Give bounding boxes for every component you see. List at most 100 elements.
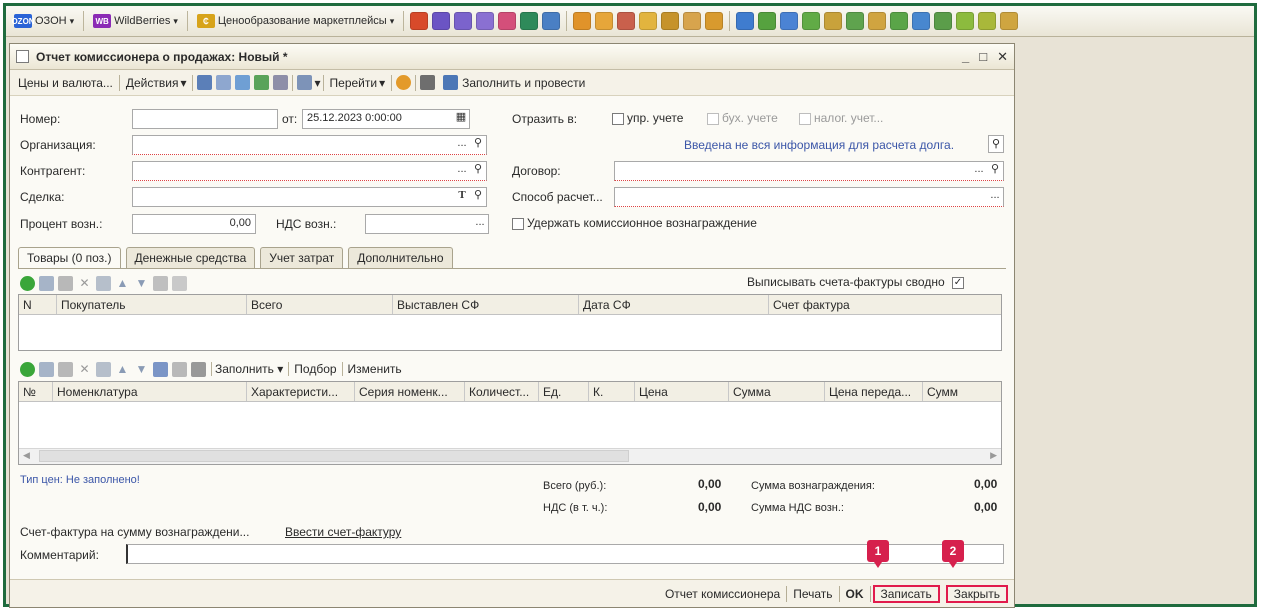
column-header[interactable]: Номенклатура xyxy=(53,382,247,401)
date-input[interactable]: 25.12.2023 0:00:00 ▦ xyxy=(302,109,470,129)
document-icon[interactable] xyxy=(736,12,755,30)
search-icon[interactable]: ⚲ xyxy=(988,135,1004,153)
ellipsis-icon[interactable]: ... xyxy=(472,215,488,233)
move-up-icon[interactable]: ▲ xyxy=(115,276,130,291)
ellipsis-icon[interactable]: ... xyxy=(454,136,470,154)
tab-cash[interactable]: Денежные средства xyxy=(125,247,256,268)
help-icon[interactable] xyxy=(396,75,412,90)
structure-icon[interactable] xyxy=(273,75,289,90)
ozon-menu[interactable]: OZON ОЗОН ▾ xyxy=(10,10,78,32)
view-icon[interactable] xyxy=(216,75,232,90)
column-header[interactable]: Серия номенк... xyxy=(355,382,465,401)
minimize-button[interactable]: _ xyxy=(962,49,969,64)
buyers-table[interactable]: N Покупатель Всего Выставлен СФ Дата СФ … xyxy=(18,294,1002,351)
document-icon[interactable] xyxy=(934,12,953,30)
end-edit-icon[interactable] xyxy=(96,361,111,377)
tag-icon[interactable] xyxy=(639,12,658,30)
end-edit-icon[interactable] xyxy=(96,275,111,291)
move-down-icon[interactable]: ▼ xyxy=(134,362,149,377)
tag-icon[interactable] xyxy=(617,12,636,30)
change-button[interactable]: Изменить xyxy=(348,362,402,376)
close-form-button[interactable]: Закрыть xyxy=(945,584,1008,603)
edit-icon[interactable] xyxy=(58,361,73,377)
report-button[interactable]: Отчет комиссионера xyxy=(659,587,786,601)
column-header[interactable]: Выставлен СФ xyxy=(393,295,579,314)
document-icon[interactable] xyxy=(1000,12,1019,30)
printer-icon[interactable] xyxy=(454,12,473,30)
refresh-icon[interactable] xyxy=(235,75,251,90)
close-button[interactable]: ✕ xyxy=(997,49,1008,65)
based-on-icon[interactable] xyxy=(297,75,313,90)
deal-input[interactable]: T ⚲ xyxy=(132,187,487,207)
fill-menu[interactable]: Заполнить ▾ xyxy=(215,362,283,376)
tax-accounting-checkbox[interactable]: налог. учет... xyxy=(799,111,883,125)
copy-icon[interactable] xyxy=(39,275,54,291)
column-header[interactable]: Цена переда... xyxy=(825,382,923,401)
number-input[interactable] xyxy=(132,109,278,129)
price-type-link[interactable]: Тип цен: Не заполнено! xyxy=(20,474,140,486)
building-icon[interactable] xyxy=(683,12,702,30)
column-header[interactable]: Характеристи... xyxy=(247,382,355,401)
ellipsis-icon[interactable]: ... xyxy=(454,162,470,180)
delete-icon[interactable]: ✕ xyxy=(77,276,92,291)
search-icon[interactable]: ⚲ xyxy=(470,162,486,180)
column-header[interactable]: Дата СФ xyxy=(579,295,769,314)
contractor-input[interactable]: ... ⚲ xyxy=(132,161,487,181)
move-up-icon[interactable]: ▲ xyxy=(115,362,130,377)
copy-icon[interactable] xyxy=(39,361,54,377)
building-icon[interactable] xyxy=(661,12,680,30)
save-button[interactable]: Записать xyxy=(872,584,940,603)
scroll-left-icon[interactable]: ◀ xyxy=(23,450,30,461)
management-accounting-checkbox[interactable]: упр. учете xyxy=(612,111,683,125)
horizontal-scrollbar[interactable]: ◀ ▶ xyxy=(19,448,1001,464)
payment-method-input[interactable]: ... xyxy=(614,187,1004,207)
sort-asc-icon[interactable] xyxy=(153,361,168,377)
sort-asc-icon[interactable] xyxy=(153,275,168,291)
actions-menu[interactable]: Действия ▾ xyxy=(122,76,191,90)
wildberries-menu[interactable]: WB WildBerries ▾ xyxy=(89,10,182,32)
document-icon[interactable] xyxy=(912,12,931,30)
column-header[interactable]: Покупатель xyxy=(57,295,247,314)
printer-icon[interactable] xyxy=(476,12,495,30)
column-header[interactable]: Счет фактура xyxy=(769,295,1001,314)
scroll-right-icon[interactable]: ▶ xyxy=(990,450,997,461)
scrollbar-thumb[interactable] xyxy=(39,450,629,462)
printer-icon[interactable] xyxy=(432,12,451,30)
tag-icon[interactable] xyxy=(573,12,592,30)
tag-icon[interactable] xyxy=(705,12,724,30)
ellipsis-icon[interactable]: ... xyxy=(987,188,1003,206)
maximize-button[interactable]: □ xyxy=(979,49,987,64)
save-icon[interactable] xyxy=(197,75,213,90)
column-header[interactable]: Всего xyxy=(247,295,393,314)
calendar-icon[interactable]: ▦ xyxy=(453,110,469,128)
ok-button[interactable]: OK xyxy=(840,587,870,601)
column-header[interactable]: Количест... xyxy=(465,382,539,401)
sort-desc-icon[interactable] xyxy=(172,361,187,377)
goto-menu[interactable]: Перейти ▾ xyxy=(326,76,390,90)
search-icon[interactable]: ⚲ xyxy=(987,162,1003,180)
document-icon[interactable] xyxy=(868,12,887,30)
organization-input[interactable]: ... ⚲ xyxy=(132,135,487,155)
users-icon[interactable] xyxy=(498,12,517,30)
debt-info-link[interactable]: Введена не вся информация для расчета до… xyxy=(684,138,954,152)
pricing-menu[interactable]: ₵ Ценообразование маркетплейсы ▾ xyxy=(193,10,398,32)
document-icon[interactable] xyxy=(780,12,799,30)
reward-vat-input[interactable]: ... xyxy=(365,214,489,234)
invoices-summary-checkbox[interactable]: Выписывать счета-фактуры сводно xyxy=(747,275,967,289)
column-header[interactable]: Ед. xyxy=(539,382,589,401)
print-button[interactable]: Печать xyxy=(787,587,838,601)
post-icon[interactable] xyxy=(254,75,270,90)
column-header[interactable]: Сумм xyxy=(923,382,1001,401)
column-header[interactable]: N xyxy=(19,295,57,314)
enter-invoice-link[interactable]: Ввести счет-фактуру xyxy=(285,525,401,539)
document-icon[interactable] xyxy=(956,12,975,30)
column-header[interactable]: № xyxy=(19,382,53,401)
barcode-icon[interactable] xyxy=(191,361,206,377)
tab-cost-accounting[interactable]: Учет затрат xyxy=(260,247,344,268)
search-icon[interactable]: ⚲ xyxy=(470,136,486,154)
tab-goods[interactable]: Товары (0 поз.) xyxy=(18,247,121,269)
ellipsis-icon[interactable]: ... xyxy=(971,162,987,180)
prices-currency-button[interactable]: Цены и валюта... xyxy=(14,76,117,90)
column-header[interactable]: Цена xyxy=(635,382,729,401)
table-icon[interactable] xyxy=(520,12,539,30)
